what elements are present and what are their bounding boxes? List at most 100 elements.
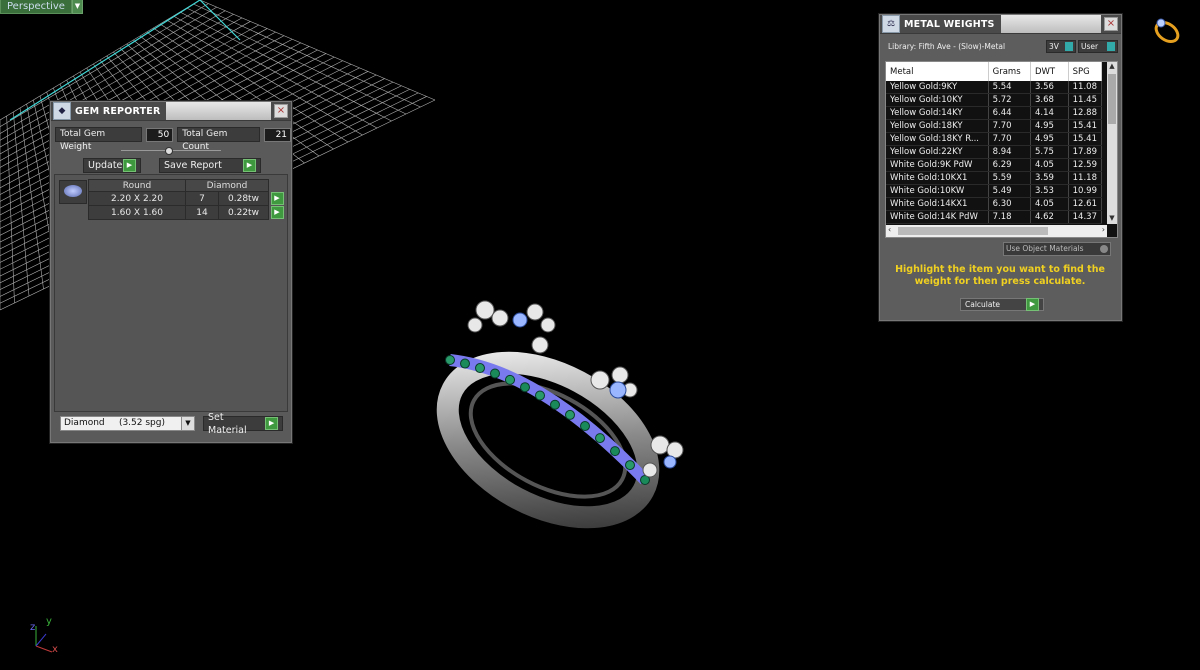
metal-grams: 6.29 <box>988 158 1031 172</box>
select-row-icon[interactable]: ▶ <box>270 192 284 205</box>
metal-name: White Gold:9K PdW <box>886 158 989 172</box>
scrollbar-thumb[interactable] <box>1108 74 1116 124</box>
col-shape-header: Round <box>88 179 186 192</box>
metal-spg: 11.18 <box>1068 171 1103 185</box>
gem-stone[interactable] <box>520 382 530 393</box>
gem-count: 7 <box>185 191 219 206</box>
gem-stone[interactable] <box>580 421 590 432</box>
gem-count: 14 <box>185 205 219 220</box>
gem-stone[interactable] <box>535 390 545 401</box>
gem-stone[interactable] <box>610 446 620 457</box>
grid-line <box>19 107 44 290</box>
gem-reporter-app-icon: ◆ <box>53 102 71 120</box>
gem-stone[interactable] <box>595 433 605 444</box>
metal-weights-title: METAL WEIGHTS <box>904 18 995 30</box>
chevron-right-icon[interactable]: › <box>1102 225 1105 234</box>
metal-dwt: 3.59 <box>1030 171 1069 185</box>
3v-button[interactable]: 3V <box>1046 40 1076 53</box>
table-row[interactable]: 1.60 X 1.60 14 0.22tw ▶ <box>88 205 286 220</box>
gem-stone[interactable] <box>505 374 515 385</box>
material-select[interactable]: Diamond (3.52 spg) ▼ <box>60 416 195 431</box>
crown-ring-model[interactable] <box>420 290 740 550</box>
table-row[interactable]: White Gold:9K PdW 6.29 4.05 12.59 <box>886 158 1103 172</box>
gem-stone[interactable] <box>475 363 485 374</box>
scrollbar-thumb[interactable] <box>898 227 1048 235</box>
gem-stone[interactable] <box>625 460 635 471</box>
table-row[interactable]: Yellow Gold:22KY 8.94 5.75 17.89 <box>886 145 1103 159</box>
metal-dwt: 5.75 <box>1030 145 1069 159</box>
col-grams-header[interactable]: Grams <box>988 62 1031 81</box>
total-gem-weight-label: Total Gem Weight <box>55 127 142 152</box>
metal-spg: 10.99 <box>1068 184 1103 198</box>
gem-stone[interactable] <box>490 368 500 379</box>
metal-list[interactable]: Metal Grams DWT SPG Yellow Gold:9KY 5.54 3… <box>885 61 1118 238</box>
metal-weights-app-icon: ⚖ <box>882 15 900 33</box>
library-toggle-icon <box>1065 42 1073 51</box>
gem-stone[interactable] <box>550 399 560 410</box>
metal-dwt: 3.53 <box>1030 184 1069 198</box>
table-row[interactable]: White Gold:10KW 5.49 3.53 10.99 <box>886 184 1103 198</box>
metal-grams: 7.70 <box>988 132 1031 146</box>
calculate-button[interactable]: Calculate ▶ <box>960 298 1044 311</box>
col-spg-header[interactable]: SPG <box>1068 62 1103 81</box>
table-row[interactable]: Yellow Gold:10KY 5.72 3.68 11.45 <box>886 93 1103 107</box>
viewport-label[interactable]: Perspective ▼ <box>0 0 83 14</box>
metal-name: Yellow Gold:9KY <box>886 81 989 94</box>
3v-button-label: 3V <box>1049 42 1059 51</box>
table-row[interactable]: Yellow Gold:14KY 6.44 4.14 12.88 <box>886 106 1103 120</box>
use-object-materials-label: Use Object Materials <box>1006 244 1084 253</box>
metal-name: White Gold:14K PdW <box>886 210 989 224</box>
gem-stone[interactable] <box>445 355 455 365</box>
col-metal-header[interactable]: Metal <box>886 62 989 81</box>
gem-stone[interactable] <box>460 358 470 369</box>
use-object-materials-toggle[interactable]: Use Object Materials <box>1003 242 1111 256</box>
chevron-down-icon[interactable]: ▼ <box>181 417 194 430</box>
table-row[interactable]: Yellow Gold:18KY 7.70 4.95 15.41 <box>886 119 1103 133</box>
metal-spg: 12.61 <box>1068 197 1103 211</box>
metal-dwt: 4.05 <box>1030 197 1069 211</box>
axis-y-label: y <box>46 616 52 627</box>
table-row[interactable]: Yellow Gold:9KY 5.54 3.56 11.08 <box>886 81 1103 94</box>
viewport-menu-dropdown-icon[interactable]: ▼ <box>71 0 83 14</box>
save-report-button[interactable]: Save Report ▶ <box>159 158 261 173</box>
horizontal-scrollbar[interactable]: ‹ › <box>886 225 1107 237</box>
gem-weight: 0.28tw <box>217 191 270 206</box>
select-row-icon[interactable]: ▶ <box>270 206 284 219</box>
table-row[interactable]: Yellow Gold:18KY R... 7.70 4.95 15.41 <box>886 132 1103 146</box>
table-row[interactable]: 2.20 X 2.20 7 0.28tw ▶ <box>88 191 286 206</box>
metal-spg: 12.88 <box>1068 106 1103 120</box>
slider-handle-icon[interactable] <box>165 147 173 155</box>
metal-weights-titlebar[interactable]: ⚖ METAL WEIGHTS × <box>880 15 1121 34</box>
gem-reporter-panel: ◆ GEM REPORTER × Total Gem Weight 50 Tot… <box>50 101 292 443</box>
chevron-down-icon[interactable]: ▼ <box>1107 214 1117 224</box>
update-button[interactable]: Update ▶ <box>83 158 141 173</box>
vertical-scrollbar[interactable]: ▲ ▼ <box>1107 62 1117 224</box>
metal-dwt: 3.68 <box>1030 93 1069 107</box>
close-icon[interactable]: × <box>1104 17 1118 31</box>
metal-name: Yellow Gold:18KY R... <box>886 132 989 146</box>
table-row[interactable]: White Gold:14KX1 6.30 4.05 12.61 <box>886 197 1103 211</box>
calculate-button-label: Calculate <box>965 300 1001 309</box>
instruction-text: Highlight the item you want to find the … <box>895 264 1105 287</box>
splitter-slider[interactable] <box>121 147 221 155</box>
gem-stone[interactable] <box>565 409 575 420</box>
play-icon: ▶ <box>243 159 256 172</box>
ring-icon[interactable] <box>1150 14 1184 48</box>
set-material-button[interactable]: Set Material ▶ <box>203 412 283 436</box>
col-dwt-header[interactable]: DWT <box>1030 62 1069 81</box>
gem-reporter-titlebar[interactable]: ◆ GEM REPORTER × <box>51 102 291 121</box>
close-icon[interactable]: × <box>274 104 288 118</box>
round-gem-icon <box>59 180 87 204</box>
gem-weight: 0.22tw <box>217 205 270 220</box>
chevron-left-icon[interactable]: ‹ <box>888 225 891 234</box>
table-row[interactable]: White Gold:10KX1 5.59 3.59 11.18 <box>886 171 1103 185</box>
gem-reporter-title: GEM REPORTER <box>75 105 161 117</box>
table-row[interactable]: White Gold:14K PdW 7.18 4.62 14.37 <box>886 210 1103 224</box>
metal-spg: 11.45 <box>1068 93 1103 107</box>
chevron-up-icon[interactable]: ▲ <box>1107 62 1117 72</box>
viewport-name[interactable]: Perspective <box>0 0 72 14</box>
user-button[interactable]: User <box>1078 40 1118 53</box>
metal-grams: 5.59 <box>988 171 1031 185</box>
play-icon: ▶ <box>123 159 136 172</box>
material-row: Diamond (3.52 spg) ▼ Set Material ▶ <box>60 412 283 436</box>
